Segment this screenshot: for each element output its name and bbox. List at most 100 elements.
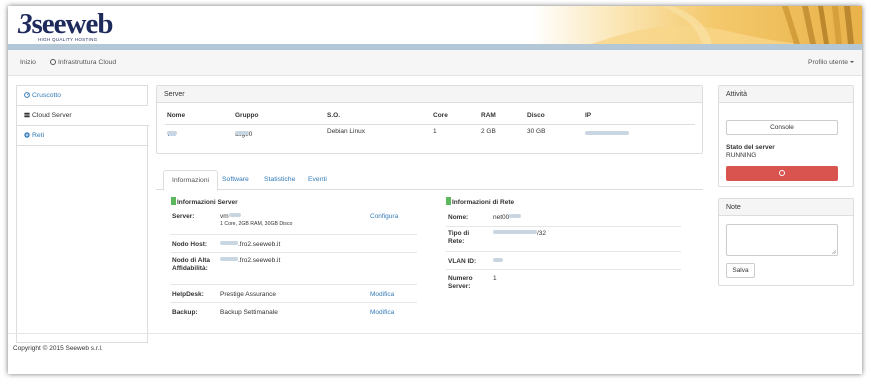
sidebar-item-label: Reti	[32, 132, 45, 139]
host-value: .fro2.seeweb.it	[220, 241, 280, 248]
column-header: Gruppo	[235, 112, 259, 119]
helpdesk-value: Prestige Assurance	[220, 291, 277, 298]
logo-tagline: HIGH QUALITY HOSTING	[38, 37, 98, 42]
tab-software[interactable]: Software	[214, 170, 257, 190]
info-row-host: Nodo Host: .fro2.seeweb.it	[170, 235, 417, 253]
sidebar-item-reti[interactable]: Reti	[17, 126, 147, 146]
redacted-text	[228, 213, 241, 217]
rete-nome-value: net00	[493, 214, 522, 221]
redacted-text	[585, 131, 629, 135]
backup-label: Backup:	[172, 309, 198, 316]
rete-row-tipo: Tipo di Rete: /32	[446, 227, 681, 252]
helpdesk-modify-link[interactable]: Modifica	[370, 291, 394, 298]
main-content: Server Nome Gruppo S.O. Core RAM Disco I…	[156, 85, 703, 350]
rete-tipo-label: Tipo di Rete:	[448, 230, 470, 245]
seeweb-logo[interactable]: 3seeweb HIGH QUALITY HOSTING	[18, 8, 114, 43]
info-server-title-text: Informazioni Server	[177, 199, 238, 206]
info-row-helpdesk: HelpDesk: Prestige Assurance Modifica	[170, 285, 417, 303]
footer-divider	[8, 333, 862, 334]
dashboard-icon	[24, 92, 30, 98]
redacted-text	[220, 241, 238, 245]
info-rete-title-text: Informazioni di Rete	[452, 199, 515, 206]
table-row[interactable]: vm csg00 Debian Linux 1 2 GB 30 GB	[165, 125, 695, 141]
attivita-panel-title: Attività	[719, 86, 853, 103]
resize-handle-icon[interactable]	[831, 249, 836, 254]
configure-link[interactable]: Configura	[370, 213, 398, 220]
sidebar-item-label: Cloud Server	[32, 112, 72, 119]
power-button[interactable]	[726, 166, 838, 181]
attivita-panel: Attività Console Stato del server RUNNIN…	[718, 85, 854, 187]
server-icon	[24, 112, 30, 118]
tab-informazioni[interactable]: Informazioni	[163, 170, 219, 191]
column-header: RAM	[481, 112, 496, 119]
rete-tipo-value-text: /32	[537, 230, 547, 237]
info-rete-title: Informazioni di Rete	[446, 197, 514, 207]
save-button[interactable]: Salva	[726, 263, 755, 278]
server-table: Nome Gruppo S.O. Core RAM Disco IP vm cs…	[165, 109, 695, 141]
rete-nome-label: Nome:	[448, 214, 469, 221]
rete-row-vlan: VLAN ID:	[446, 252, 681, 270]
rete-tipo-value: /32	[493, 230, 546, 237]
sidebar: Cruscotto Cloud Server Reti	[16, 85, 150, 343]
section-marker	[446, 197, 451, 205]
nav-home-link[interactable]: Inizio	[20, 59, 36, 66]
note-textarea[interactable]	[726, 224, 838, 256]
server-label: Server:	[172, 213, 195, 220]
redacted-text	[509, 214, 522, 218]
rete-vlan-value	[493, 258, 503, 265]
server-state-value: RUNNING	[726, 152, 757, 159]
server-core: 1	[433, 128, 437, 135]
rete-nome-value-text: net00	[493, 214, 510, 221]
ha-value-text: .fro2.seeweb.it	[238, 257, 281, 264]
ha-label: Nodo di Alta Affidabilità:	[172, 257, 211, 272]
host-value-text: .fro2.seeweb.it	[238, 241, 281, 248]
host-label: Nodo Host:	[172, 241, 208, 248]
logo-text: seeweb	[31, 8, 114, 40]
table-header-row: Nome Gruppo S.O. Core RAM Disco IP	[165, 109, 695, 125]
footer-copyright: Copyright © 2015 Seeweb s.r.l.	[13, 345, 103, 352]
network-icon	[24, 132, 30, 138]
column-header: S.O.	[327, 112, 341, 119]
rete-vlan-label: VLAN ID:	[448, 258, 477, 265]
server-value: vm 1 Core, 2GB RAM, 30GB Disco	[220, 213, 292, 227]
rete-numero-value: 1	[493, 275, 497, 282]
redacted-text	[493, 230, 537, 234]
server-panel-title: Server	[157, 86, 702, 103]
caret-down-icon	[850, 61, 854, 63]
profile-label: Profilo utente	[807, 59, 848, 66]
sidebar-item-cloud-server[interactable]: Cloud Server	[17, 106, 150, 126]
redacted-text	[235, 131, 249, 135]
nav-infrastructure-link[interactable]: Infrastruttura Cloud	[50, 59, 116, 66]
header-banner-image	[532, 6, 862, 44]
rete-numero-label: Numero Server:	[448, 275, 473, 290]
logo-mark: 3	[18, 8, 32, 40]
header: 3seeweb HIGH QUALITY HOSTING	[8, 6, 862, 44]
server-spec: 1 Core, 2GB RAM, 30GB Disco	[220, 221, 293, 227]
backup-value: Backup Settimanale	[220, 309, 278, 316]
sidebar-item-label: Cruscotto	[32, 92, 62, 99]
console-button[interactable]: Console	[726, 120, 838, 135]
info-row-ha: Nodo di Alta Affidabilità: .fro2.seeweb.…	[170, 253, 417, 285]
info-row-backup: Backup: Backup Settimanale Modifica	[170, 303, 417, 321]
column-header: Disco	[527, 112, 545, 119]
sidebar-item-cruscotto[interactable]: Cruscotto	[17, 86, 147, 106]
tab-statistiche[interactable]: Statistiche	[256, 170, 303, 190]
tab-bar: Informazioni Software Statistiche Eventi	[156, 170, 703, 191]
server-value-text: vm	[220, 213, 229, 220]
browser-page: 3seeweb HIGH QUALITY HOSTING Inizio Infr…	[8, 6, 862, 374]
power-icon	[50, 59, 56, 65]
ha-value: .fro2.seeweb.it	[220, 257, 280, 264]
section-marker	[171, 197, 176, 205]
note-panel-title: Note	[719, 199, 853, 216]
rete-row-numero: Numero Server: 1	[446, 270, 681, 294]
server-disk: 30 GB	[527, 128, 546, 135]
profile-menu[interactable]: Profilo utente	[808, 59, 854, 66]
column-header: Core	[433, 112, 448, 119]
server-state-label: Stato del server	[726, 144, 775, 151]
info-row-server: Server: vm 1 Core, 2GB RAM, 30GB Disco Co…	[170, 209, 417, 235]
note-panel: Note Salva	[718, 198, 854, 286]
backup-modify-link[interactable]: Modifica	[370, 309, 394, 316]
server-panel: Server Nome Gruppo S.O. Core RAM Disco I…	[156, 85, 703, 154]
tab-eventi[interactable]: Eventi	[300, 170, 335, 190]
info-server-title: Informazioni Server	[171, 197, 238, 207]
